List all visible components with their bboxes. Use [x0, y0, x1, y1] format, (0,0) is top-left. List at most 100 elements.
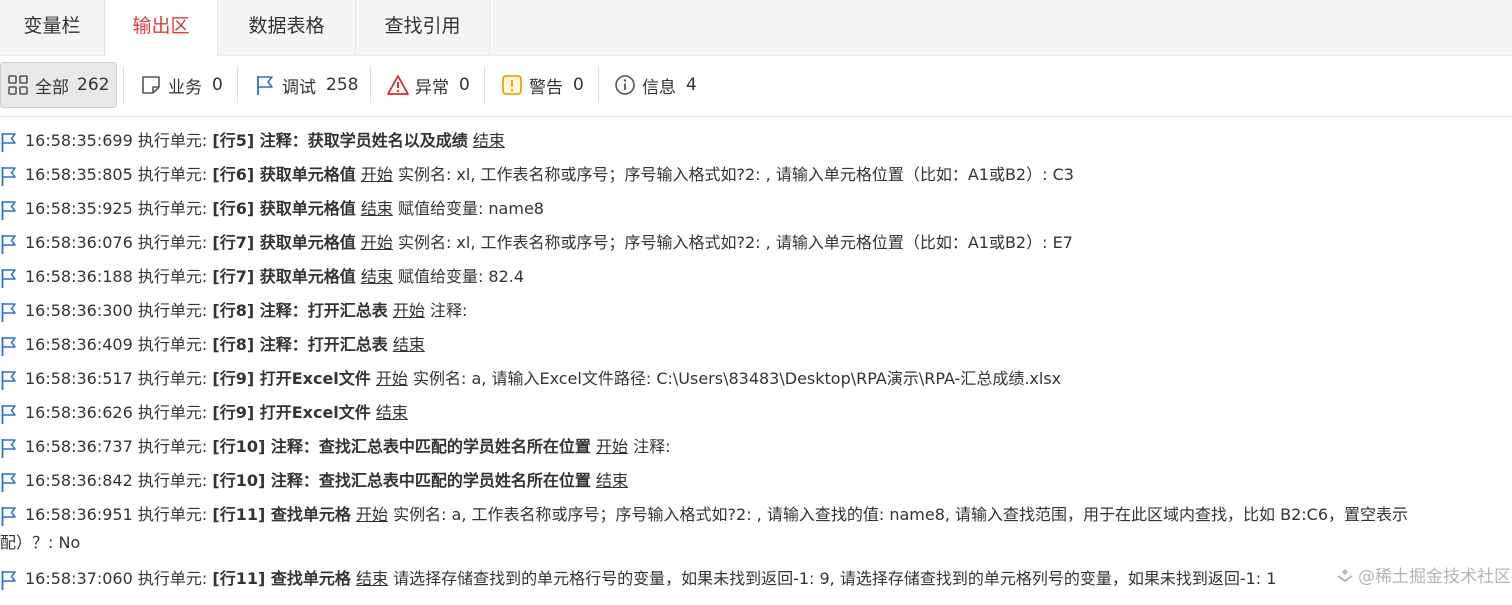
debug-flag-icon: [0, 402, 18, 424]
log-phase-link[interactable]: 开始: [361, 165, 393, 184]
log-text: 16:58:36:517 执行单元: [行9] 打开Excel文件 开始 实例名…: [25, 362, 1061, 396]
log-prefix: 执行单元:: [137, 569, 208, 588]
log-step-title: [行10] 注释：查找汇总表中匹配的学员姓名所在位置: [212, 437, 591, 456]
filter-all-button[interactable]: 全部 262: [0, 62, 117, 108]
log-phase-link[interactable]: 结束: [361, 267, 393, 286]
tab-variables[interactable]: 变量栏: [0, 0, 105, 55]
log-prefix: 执行单元:: [137, 471, 208, 490]
panel-tab-bar: 变量栏 输出区 数据表格 查找引用: [0, 0, 1512, 56]
log-step-title: [行8] 注释：打开汇总表: [212, 335, 388, 354]
divider: [370, 67, 371, 103]
flag-icon: [257, 76, 273, 95]
filter-all-label: 全部: [35, 77, 69, 98]
log-phase-link[interactable]: 开始: [596, 437, 628, 456]
log-timestamp: 16:58:36:626: [25, 403, 133, 422]
debug-flag-icon: [0, 164, 18, 186]
debug-flag-icon: [0, 266, 18, 288]
log-detail: 注释:: [633, 437, 671, 456]
log-phase-link[interactable]: 开始: [361, 233, 393, 252]
log-text: 16:58:37:060 执行单元: [行11] 查找单元格 结束 请选择存储查…: [25, 562, 1276, 596]
tab-output[interactable]: 输出区: [105, 0, 218, 56]
tab-data-table[interactable]: 数据表格: [218, 0, 356, 55]
log-step-title: [行8] 注释：打开汇总表: [212, 301, 388, 320]
log-timestamp: 16:58:35:699: [25, 131, 133, 150]
log-prefix: 执行单元:: [137, 301, 208, 320]
divider: [598, 67, 599, 103]
log-phase-link[interactable]: 结束: [596, 471, 628, 490]
grid-icon: [8, 75, 28, 95]
log-detail: 赋值给变量: 82.4: [397, 267, 525, 286]
log-detail: 实例名: xl, 工作表名称或序号；序号输入格式如?2: , 请输入单元格位置（…: [397, 165, 1074, 184]
log-phase-link[interactable]: 结束: [356, 569, 388, 588]
log-text: 16:58:36:626 执行单元: [行9] 打开Excel文件 结束: [25, 396, 408, 430]
log-filter-bar: 全部 262 业务 0 调试 258 异常 0 警告 0 信息 4: [0, 56, 1512, 117]
log-phase-link[interactable]: 结束: [393, 335, 425, 354]
log-timestamp: 16:58:36:737: [25, 437, 133, 456]
log-phase-link[interactable]: 结束: [376, 403, 408, 422]
debug-flag-icon: [0, 368, 18, 390]
warning-icon: [502, 75, 522, 95]
log-step-title: [行6] 获取单元格值: [212, 165, 356, 184]
log-step-title: [行7] 获取单元格值: [212, 267, 356, 286]
filter-info-button[interactable]: 信息 4: [614, 62, 697, 108]
log-prefix: 执行单元:: [137, 437, 208, 456]
debug-flag-icon: [0, 504, 18, 526]
filter-info-label: 信息: [642, 77, 676, 98]
log-timestamp: 16:58:35:805: [25, 165, 133, 184]
filter-all-count: 262: [77, 75, 110, 95]
watermark-text: @稀土掘金技术社区: [1358, 567, 1511, 587]
filter-business-button[interactable]: 业务 0: [140, 62, 223, 108]
log-prefix: 执行单元:: [137, 335, 208, 354]
log-step-title: [行11] 查找单元格: [212, 505, 351, 524]
debug-flag-icon: [0, 436, 18, 458]
log-text: 16:58:36:300 执行单元: [行8] 注释：打开汇总表 开始 注释:: [25, 294, 467, 328]
log-detail: 请选择存储查找到的单元格行号的变量，如果未找到返回-1: 9, 请选择存储查找到…: [393, 569, 1277, 588]
log-step-title: [行11] 查找单元格: [212, 569, 351, 588]
divider: [484, 67, 485, 103]
log-prefix: 执行单元:: [137, 233, 208, 252]
log-text: 16:58:36:842 执行单元: [行10] 注释：查找汇总表中匹配的学员姓…: [25, 464, 628, 498]
filter-error-count: 0: [459, 75, 470, 95]
log-prefix: 执行单元:: [137, 131, 208, 150]
log-timestamp: 16:58:36:517: [25, 369, 133, 388]
note-icon: [142, 76, 160, 94]
debug-flag-icon: [0, 568, 18, 590]
watermark: @稀土掘金技术社区: [1336, 562, 1511, 587]
log-detail: 实例名: a, 工作表名称或序号；序号输入格式如?2: , 请输入查找的值: n…: [393, 505, 1409, 524]
error-triangle-icon: [387, 75, 409, 95]
log-phase-link[interactable]: 结束: [361, 199, 393, 218]
filter-debug-count: 258: [326, 75, 359, 95]
log-text: 16:58:35:805 执行单元: [行6] 获取单元格值 开始 实例名: x…: [25, 158, 1074, 192]
log-phase-link[interactable]: 开始: [393, 301, 425, 320]
filter-error-button[interactable]: 异常 0: [387, 62, 470, 108]
debug-flag-icon: [0, 232, 18, 254]
log-step-title: [行10] 注释：查找汇总表中匹配的学员姓名所在位置: [212, 471, 591, 490]
log-timestamp: 16:58:36:842: [25, 471, 133, 490]
log-timestamp: 16:58:36:951: [25, 505, 133, 524]
log-output-list[interactable]: 16:58:35:699 执行单元: [行5] 注释：获取学员姓名以及成绩 结束…: [0, 117, 1512, 605]
filter-warning-label: 警告: [529, 77, 563, 98]
log-phase-link[interactable]: 开始: [376, 369, 408, 388]
filter-warning-button[interactable]: 警告 0: [501, 62, 584, 108]
divider: [123, 67, 124, 103]
debug-flag-icon: [0, 470, 18, 492]
divider: [237, 67, 238, 103]
log-prefix: 执行单元:: [137, 403, 208, 422]
log-detail: 赋值给变量: name8: [397, 199, 544, 218]
filter-warning-count: 0: [573, 75, 584, 95]
filter-debug-label: 调试: [282, 77, 316, 98]
filter-business-count: 0: [212, 75, 223, 95]
filter-debug-button[interactable]: 调试 258: [254, 62, 358, 108]
log-phase-link[interactable]: 结束: [473, 131, 505, 150]
log-continuation-text: 配）？: No: [0, 533, 81, 552]
log-timestamp: 16:58:35:925: [25, 199, 133, 218]
log-step-title: [行6] 获取单元格值: [212, 199, 356, 218]
log-detail: 实例名: a, 请输入Excel文件路径: C:\Users\83483\Des…: [413, 369, 1062, 388]
filter-error-label: 异常: [415, 77, 449, 98]
log-text: 16:58:36:951 执行单元: [行11] 查找单元格 开始 实例名: a…: [25, 498, 1408, 532]
log-timestamp: 16:58:36:300: [25, 301, 133, 320]
log-prefix: 执行单元:: [137, 369, 208, 388]
log-text: 16:58:35:699 执行单元: [行5] 注释：获取学员姓名以及成绩 结束: [25, 124, 505, 158]
log-phase-link[interactable]: 开始: [356, 505, 388, 524]
tab-lookup-reference[interactable]: 查找引用: [356, 0, 490, 55]
